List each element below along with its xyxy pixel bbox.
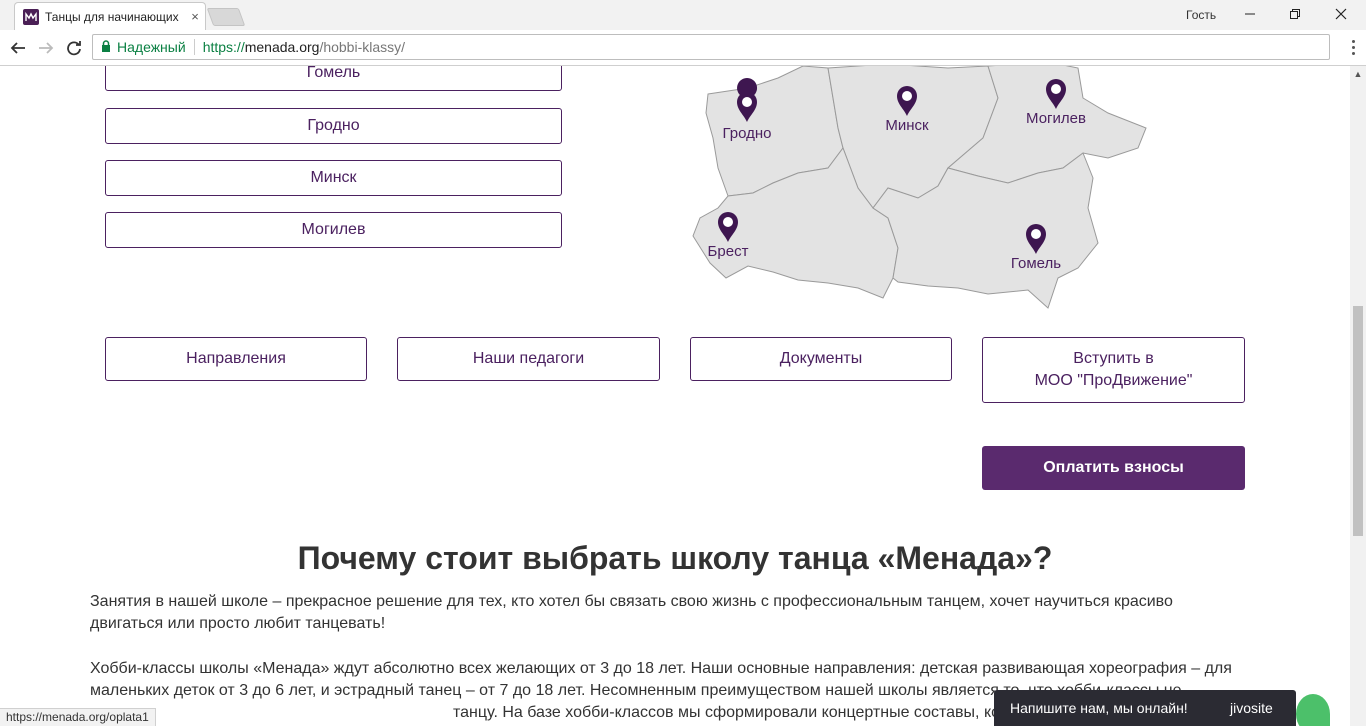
scroll-up-arrow-icon[interactable]: ▲ (1350, 66, 1366, 82)
address-bar[interactable]: Надежный https:// menada.org /hobbi-klas… (92, 34, 1330, 60)
address-separator (193, 39, 195, 55)
browser-toolbar: Надежный https:// menada.org /hobbi-klas… (0, 30, 1366, 66)
profile-button[interactable]: Гость (1186, 8, 1216, 22)
pay-fees-button[interactable]: Оплатить взносы (982, 446, 1245, 490)
chat-widget[interactable]: Напишите нам, мы онлайн! jivosite (994, 690, 1330, 726)
menada-favicon-icon (23, 8, 39, 25)
browser-titlebar: Танцы для начинающих × Гость (0, 0, 1366, 30)
region-button-mogilev[interactable]: Могилев (105, 212, 562, 248)
restore-icon[interactable] (1283, 4, 1307, 24)
minimize-icon[interactable] (1238, 4, 1262, 24)
lock-icon (101, 39, 111, 55)
map-label-gomel: Гомель (1011, 255, 1061, 272)
intro-paragraph: Занятия в нашей школе – прекрасное решен… (90, 593, 1173, 632)
secure-label: Надежный (117, 39, 186, 55)
section-title: Почему стоит выбрать школу танца «Менада… (297, 540, 1053, 576)
chat-widget-label: Напишите нам, мы онлайн! (1010, 700, 1188, 716)
join-button[interactable]: Вступить в МОО "ПроДвижение" (982, 337, 1245, 403)
url-host: menada.org (244, 39, 320, 55)
menu-kebab-icon[interactable] (1352, 40, 1356, 55)
page-viewport: Гомель Гродно Минск Могилев Гродно Минск… (0, 66, 1350, 726)
link-status-bar: https://menada.org/oplata1 (0, 708, 156, 726)
forward-arrow-icon[interactable] (36, 38, 56, 58)
join-button-line1: Вступить в (1073, 350, 1154, 367)
page-scrollbar[interactable]: ▲ (1350, 66, 1366, 726)
url-scheme: https:// (202, 39, 245, 55)
hobby-paragraph-line1: Хобби-классы школы «Менада» ждут абсолют… (90, 660, 1232, 677)
jivosite-logo: jivosite (1230, 700, 1273, 716)
new-tab-button[interactable] (206, 8, 246, 26)
map-label-grodno: Гродно (722, 125, 771, 142)
url-path: /hobbi-klassy/ (319, 39, 406, 55)
region-button-grodno[interactable]: Гродно (105, 108, 562, 144)
tab-close-icon[interactable]: × (187, 9, 203, 24)
chat-bubble-icon[interactable] (1296, 694, 1330, 726)
map-label-minsk: Минск (885, 117, 929, 134)
join-button-line2: МОО "ПроДвижение" (1034, 372, 1193, 389)
reload-icon[interactable] (64, 38, 84, 58)
directions-button[interactable]: Направления (105, 337, 367, 381)
map-label-mogilev: Могилев (1026, 110, 1086, 127)
documents-button[interactable]: Документы (690, 337, 952, 381)
teachers-button[interactable]: Наши педагоги (397, 337, 660, 381)
scroll-thumb[interactable] (1353, 306, 1363, 536)
region-button-gomel[interactable]: Гомель (105, 66, 562, 91)
back-arrow-icon[interactable] (8, 38, 28, 58)
region-button-minsk[interactable]: Минск (105, 160, 562, 196)
browser-tab[interactable]: Танцы для начинающих × (14, 2, 206, 30)
belarus-regions-map[interactable]: Гродно Минск Могилев Брест Гомель (688, 66, 1150, 312)
close-window-icon[interactable] (1329, 4, 1353, 24)
tab-title: Танцы для начинающих (45, 9, 179, 24)
map-label-brest: Брест (708, 243, 749, 260)
